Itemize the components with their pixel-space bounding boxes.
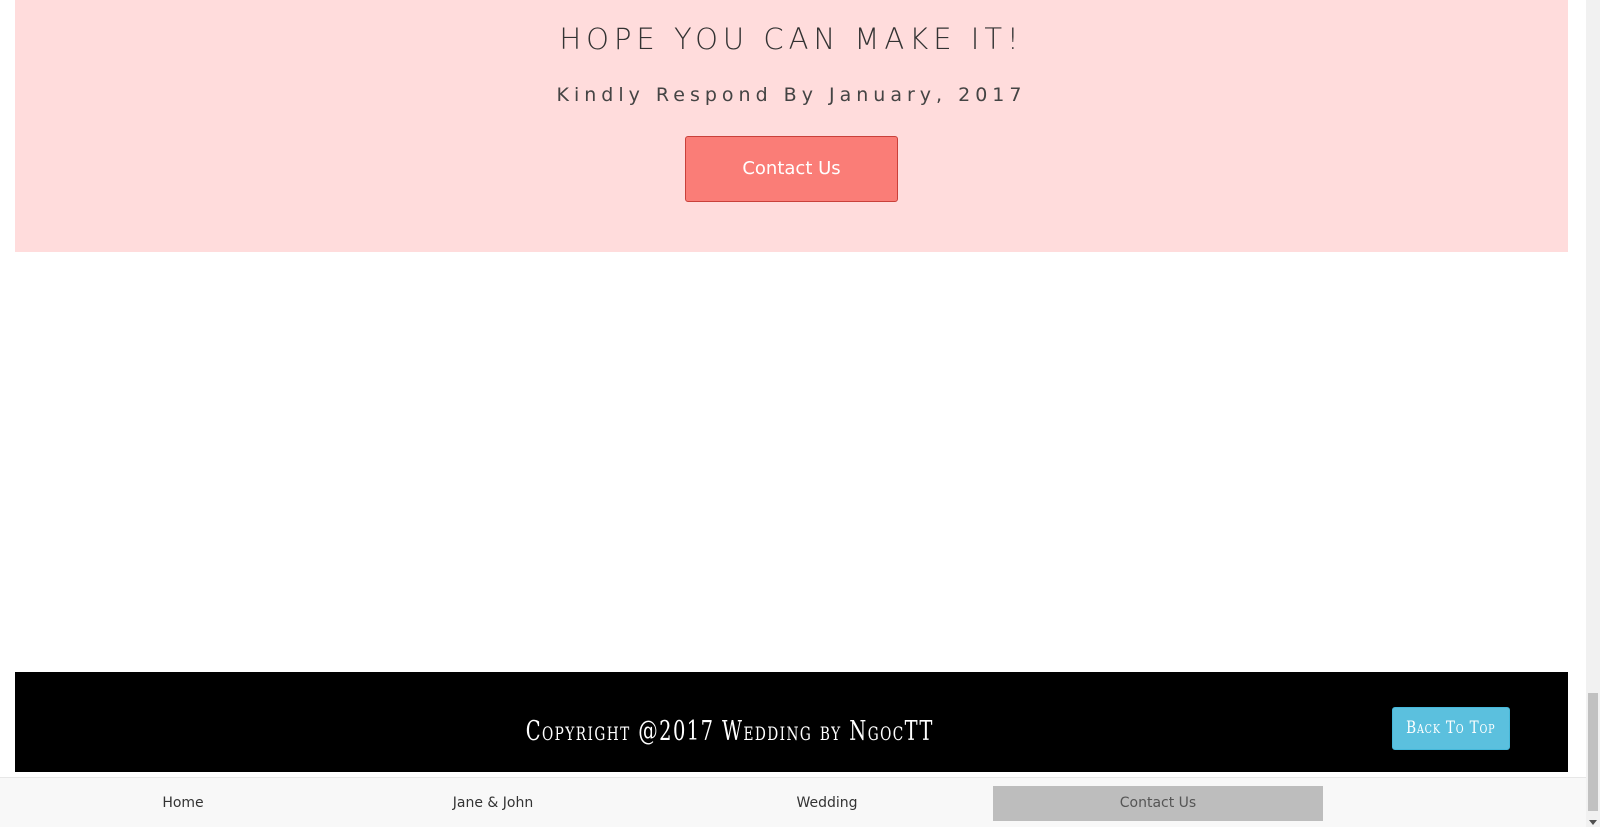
contact-us-button[interactable]: Contact Us [685, 136, 898, 202]
copyright-text: Copyright @2017 Wedding by NgocTT [525, 716, 934, 747]
scroll-down-arrow-icon[interactable] [1589, 820, 1597, 825]
rsvp-section: HOPE YOU CAN MAKE IT! Kindly Respond By … [15, 0, 1568, 252]
nav-item-home[interactable]: Home [30, 786, 336, 821]
scrollbar-thumb[interactable] [1588, 693, 1598, 811]
vertical-scrollbar[interactable] [1586, 0, 1600, 827]
nav-item-wedding[interactable]: Wedding [674, 786, 980, 821]
bottom-nav: Home Jane & John Wedding Contact Us [0, 777, 1586, 827]
page: HOPE YOU CAN MAKE IT! Kindly Respond By … [0, 0, 1600, 827]
rsvp-deadline: Kindly Respond By January, 2017 [556, 84, 1027, 106]
rsvp-title: HOPE YOU CAN MAKE IT! [559, 22, 1024, 56]
nav-item-jane-john[interactable]: Jane & John [340, 786, 646, 821]
nav-item-contact-us[interactable]: Contact Us [993, 786, 1323, 821]
back-to-top-label: Back To Top [1406, 718, 1496, 738]
back-to-top-button[interactable]: Back To Top [1392, 707, 1510, 750]
footer: Copyright @2017 Wedding by NgocTT Back T… [15, 672, 1568, 772]
